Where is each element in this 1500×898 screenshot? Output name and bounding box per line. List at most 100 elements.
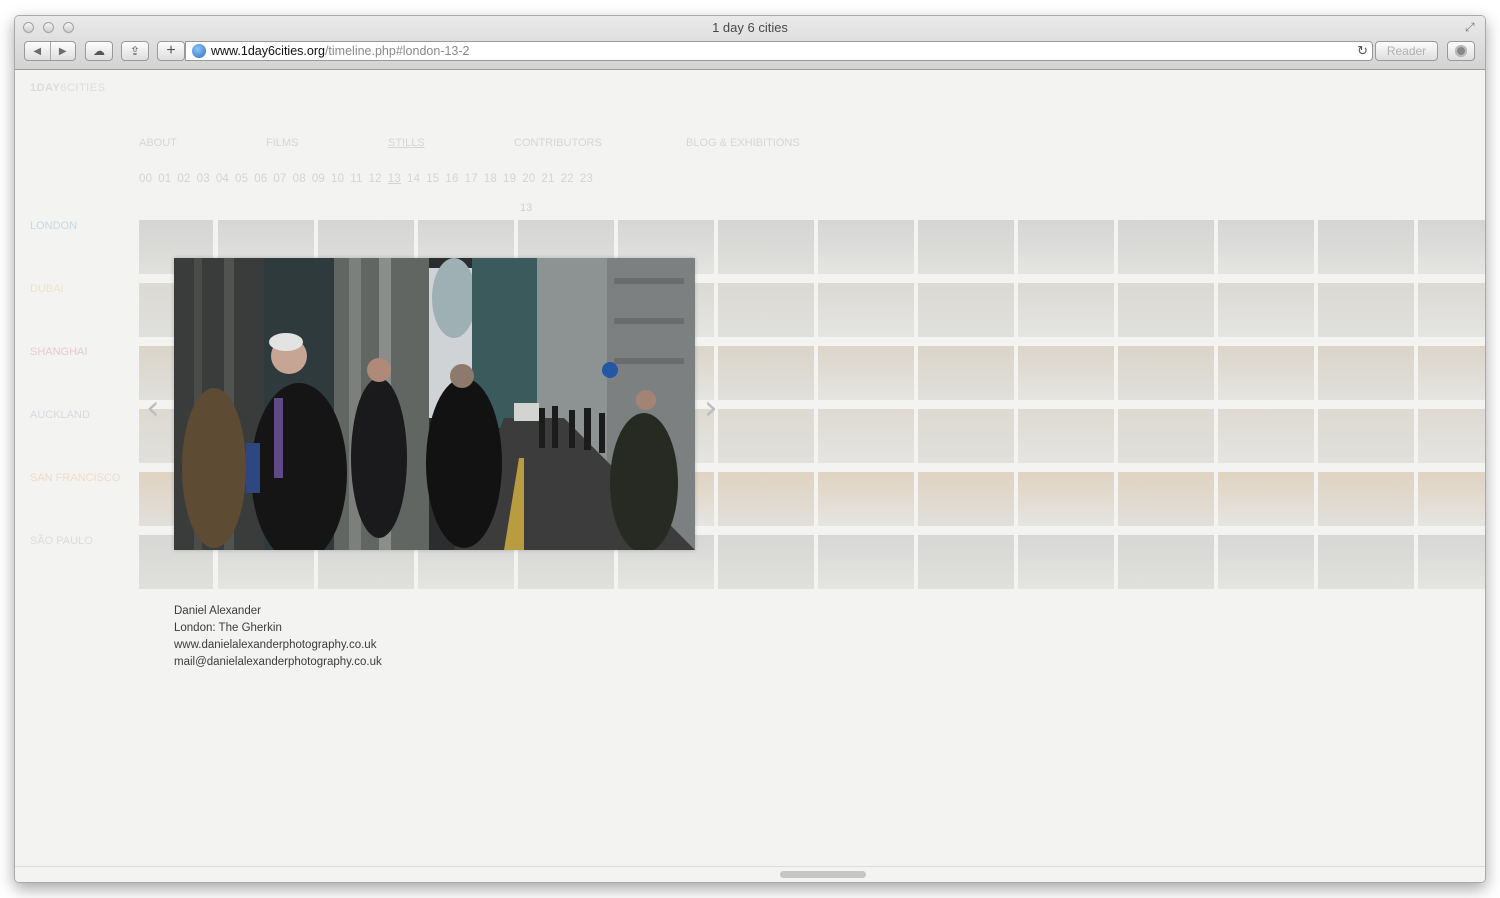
- thumbnail[interactable]: [1018, 283, 1114, 337]
- thumbnail[interactable]: [818, 535, 914, 589]
- thumbnail[interactable]: [1318, 220, 1414, 274]
- nav-contributors[interactable]: CONTRIBUTORS: [514, 137, 602, 149]
- reload-icon[interactable]: ↻: [1357, 43, 1368, 59]
- thumbnail[interactable]: [1218, 472, 1314, 526]
- hour-08[interactable]: 08: [293, 173, 306, 185]
- hour-00[interactable]: 00: [139, 173, 152, 185]
- add-bookmark-button[interactable]: +: [157, 41, 185, 61]
- thumbnail[interactable]: [1418, 283, 1485, 337]
- hour-20[interactable]: 20: [522, 173, 535, 185]
- thumbnail[interactable]: [1218, 283, 1314, 337]
- hour-10[interactable]: 10: [331, 173, 344, 185]
- thumbnail[interactable]: [718, 535, 814, 589]
- city-s-o-paulo[interactable]: SÃO PAULO: [30, 535, 93, 547]
- nav-blog-exhibitions[interactable]: BLOG & EXHIBITIONS: [686, 137, 800, 149]
- next-photo-icon[interactable]: ›: [704, 388, 718, 428]
- hour-18[interactable]: 18: [484, 173, 497, 185]
- hour-21[interactable]: 21: [541, 173, 554, 185]
- hour-13[interactable]: 13: [388, 173, 401, 185]
- hour-17[interactable]: 17: [465, 173, 478, 185]
- thumbnail[interactable]: [918, 346, 1014, 400]
- thumbnail[interactable]: [1118, 283, 1214, 337]
- thumbnail[interactable]: [1218, 409, 1314, 463]
- thumbnail[interactable]: [1218, 346, 1314, 400]
- city-london[interactable]: LONDON: [30, 220, 77, 232]
- thumbnail[interactable]: [1018, 220, 1114, 274]
- thumbnail[interactable]: [1318, 535, 1414, 589]
- hour-15[interactable]: 15: [426, 173, 439, 185]
- thumbnail[interactable]: [718, 283, 814, 337]
- thumbnail[interactable]: [918, 472, 1014, 526]
- thumbnail[interactable]: [1318, 346, 1414, 400]
- city-auckland[interactable]: AUCKLAND: [30, 409, 90, 421]
- hour-09[interactable]: 09: [312, 173, 325, 185]
- thumbnail[interactable]: [718, 346, 814, 400]
- city-san-francisco[interactable]: SAN FRANCISCO: [30, 472, 120, 484]
- thumbnail[interactable]: [1218, 220, 1314, 274]
- downloads-button[interactable]: [1447, 41, 1475, 61]
- share-button[interactable]: ⇪: [121, 41, 149, 61]
- site-logo[interactable]: 1DAY6CITIES: [30, 82, 105, 94]
- thumbnail[interactable]: [1118, 346, 1214, 400]
- nav-films[interactable]: FILMS: [266, 137, 298, 149]
- nav-about[interactable]: ABOUT: [139, 137, 177, 149]
- thumbnail[interactable]: [1218, 535, 1314, 589]
- thumbnail[interactable]: [1018, 346, 1114, 400]
- thumbnail[interactable]: [1418, 346, 1485, 400]
- previous-photo-icon[interactable]: ‹: [146, 388, 160, 428]
- photographer-email[interactable]: mail@danielalexanderphotography.co.uk: [174, 654, 382, 671]
- hour-03[interactable]: 03: [197, 173, 210, 185]
- city-dubai[interactable]: DUBAI: [30, 283, 64, 295]
- hour-01[interactable]: 01: [158, 173, 171, 185]
- thumbnail[interactable]: [1018, 409, 1114, 463]
- hour-02[interactable]: 02: [177, 173, 190, 185]
- hour-06[interactable]: 06: [254, 173, 267, 185]
- thumbnail[interactable]: [718, 220, 814, 274]
- hour-04[interactable]: 04: [216, 173, 229, 185]
- thumbnail[interactable]: [1318, 472, 1414, 526]
- thumbnail[interactable]: [918, 220, 1014, 274]
- horizontal-scrollbar[interactable]: [15, 866, 1485, 882]
- thumbnail[interactable]: [818, 409, 914, 463]
- photographer-website[interactable]: www.danielalexanderphotography.co.uk: [174, 637, 382, 654]
- thumbnail[interactable]: [1018, 472, 1114, 526]
- back-icon[interactable]: ◀: [25, 46, 50, 57]
- hour-23[interactable]: 23: [580, 173, 593, 185]
- thumbnail[interactable]: [1318, 283, 1414, 337]
- icloud-tabs-button[interactable]: ☁: [85, 41, 113, 61]
- hour-19[interactable]: 19: [503, 173, 516, 185]
- thumbnail[interactable]: [1418, 535, 1485, 589]
- thumbnail[interactable]: [1118, 220, 1214, 274]
- thumbnail[interactable]: [1018, 535, 1114, 589]
- address-bar[interactable]: www.1day6cities.org/timeline.php#london-…: [185, 41, 1373, 61]
- thumbnail[interactable]: [818, 346, 914, 400]
- thumbnail[interactable]: [718, 409, 814, 463]
- nav-stills[interactable]: STILLS: [388, 137, 425, 149]
- thumbnail[interactable]: [818, 220, 914, 274]
- hour-12[interactable]: 12: [369, 173, 382, 185]
- thumbnail[interactable]: [1318, 409, 1414, 463]
- enlarged-photo[interactable]: [174, 258, 695, 550]
- thumbnail[interactable]: [718, 472, 814, 526]
- thumbnail[interactable]: [918, 283, 1014, 337]
- fullscreen-icon[interactable]: ⤢: [1465, 20, 1479, 34]
- thumbnail[interactable]: [1118, 409, 1214, 463]
- thumbnail[interactable]: [1118, 472, 1214, 526]
- hour-05[interactable]: 05: [235, 173, 248, 185]
- thumbnail[interactable]: [1118, 535, 1214, 589]
- hour-14[interactable]: 14: [407, 173, 420, 185]
- reader-button[interactable]: Reader: [1375, 41, 1438, 61]
- forward-icon[interactable]: ▶: [51, 46, 76, 57]
- hour-11[interactable]: 11: [350, 173, 362, 185]
- thumbnail[interactable]: [818, 472, 914, 526]
- hour-22[interactable]: 22: [561, 173, 574, 185]
- thumbnail[interactable]: [1418, 409, 1485, 463]
- hour-07[interactable]: 07: [273, 173, 286, 185]
- thumbnail[interactable]: [1418, 472, 1485, 526]
- hour-16[interactable]: 16: [445, 173, 458, 185]
- thumbnail[interactable]: [918, 409, 1014, 463]
- url-text[interactable]: www.1day6cities.org/timeline.php#london-…: [211, 44, 470, 58]
- thumbnail[interactable]: [1418, 220, 1485, 274]
- city-shanghai[interactable]: SHANGHAI: [30, 346, 87, 358]
- scrollbar-thumb[interactable]: [780, 871, 866, 878]
